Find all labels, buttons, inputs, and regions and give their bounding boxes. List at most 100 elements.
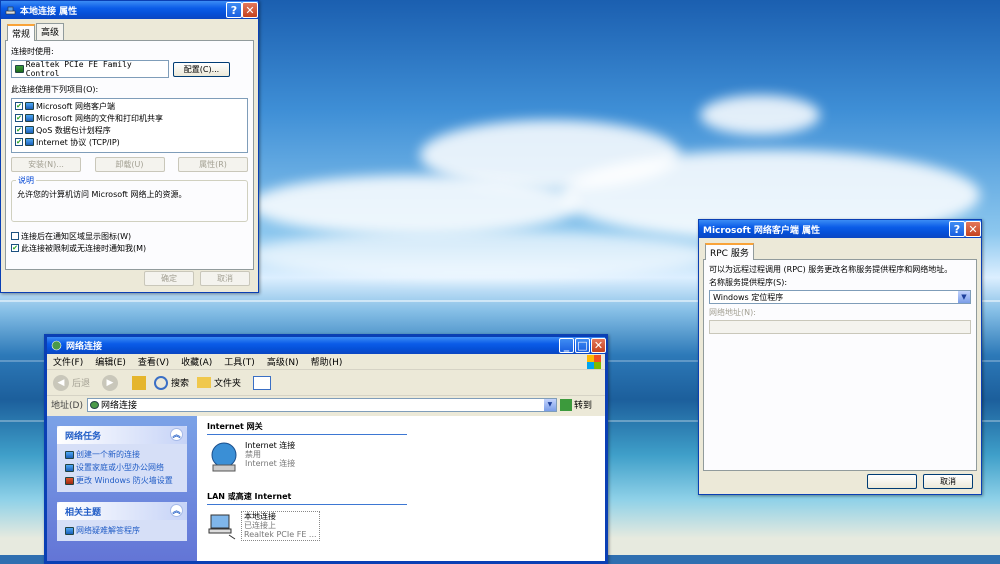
collapse-icon[interactable]: ︽ bbox=[170, 428, 183, 441]
menu-tools[interactable]: 工具(T) bbox=[224, 355, 255, 368]
folders-button[interactable]: 文件夹 bbox=[214, 376, 241, 389]
go-button[interactable]: 转到 bbox=[574, 398, 592, 411]
task-troubleshooter[interactable]: 网络疑难解答程序 bbox=[57, 524, 187, 537]
menu-file[interactable]: 文件(F) bbox=[53, 355, 83, 368]
window-title: 网络连接 bbox=[66, 342, 103, 352]
notify-option[interactable]: ✔ 此连接被限制或无连接时通知我(M) bbox=[11, 242, 248, 254]
network-icon bbox=[5, 6, 16, 14]
home-network-icon bbox=[65, 464, 74, 472]
connection-device: Internet 连接 bbox=[245, 459, 296, 468]
item-label: Microsoft 网络的文件和打印机共享 bbox=[36, 113, 163, 123]
configure-button[interactable]: 配置(C)... bbox=[173, 61, 230, 77]
back-icon[interactable]: ◀ bbox=[53, 374, 69, 391]
ok-button[interactable] bbox=[867, 474, 917, 489]
chevron-down-icon[interactable]: ▼ bbox=[543, 398, 556, 411]
toolbar: ◀ 后退 ▶ 搜索 文件夹 bbox=[47, 370, 605, 396]
cancel-button[interactable]: 取消 bbox=[923, 474, 973, 489]
local-connection-properties-dialog: 本地连接 属性 ? ✕ 常规 高级 连接时使用: Realtek PCIe FE… bbox=[0, 0, 259, 293]
search-button[interactable]: 搜索 bbox=[171, 376, 189, 389]
task-setup-home-network[interactable]: 设置家庭或小型办公网络 bbox=[57, 461, 187, 474]
title-bar[interactable]: 本地连接 属性 ? ✕ bbox=[1, 1, 258, 19]
list-item[interactable]: ✔ QoS 数据包计划程序 bbox=[15, 124, 244, 136]
checkbox[interactable]: ✔ bbox=[15, 102, 23, 110]
address-input[interactable] bbox=[709, 320, 971, 334]
menu-view[interactable]: 查看(V) bbox=[138, 355, 169, 368]
menu-favorites[interactable]: 收藏(A) bbox=[181, 355, 212, 368]
lan-connection-item[interactable]: 本地连接 已连接上 Realtek PCIe FE ... bbox=[207, 511, 605, 541]
windows-logo-icon bbox=[587, 354, 601, 369]
checkbox[interactable] bbox=[11, 232, 19, 240]
folders-icon[interactable] bbox=[197, 377, 212, 388]
checkbox[interactable]: ✔ bbox=[15, 138, 23, 146]
network-tasks-header[interactable]: 网络任务 ︽ bbox=[57, 426, 187, 444]
connect-using-label: 连接时使用: bbox=[11, 47, 54, 56]
description-title: 说明 bbox=[16, 175, 36, 186]
related-topics-header[interactable]: 相关主题 ︽ bbox=[57, 502, 187, 520]
maximize-button[interactable]: □ bbox=[575, 338, 590, 353]
help-icon bbox=[65, 527, 74, 535]
go-icon[interactable] bbox=[559, 398, 572, 411]
lan-connection-icon bbox=[208, 514, 236, 540]
menu-advanced[interactable]: 高级(N) bbox=[267, 355, 299, 368]
help-button[interactable]: ? bbox=[226, 2, 242, 18]
back-button[interactable]: 后退 bbox=[72, 376, 90, 389]
related-topics-title: 相关主题 bbox=[65, 507, 102, 518]
network-icon bbox=[89, 400, 99, 409]
list-item[interactable]: ✔ Microsoft 网络客户端 bbox=[15, 100, 244, 112]
up-folder-icon[interactable] bbox=[132, 375, 147, 390]
install-button[interactable]: 安装(N)... bbox=[11, 157, 81, 172]
provider-select[interactable]: Windows 定位程序 ▼ bbox=[709, 290, 971, 304]
forward-icon[interactable]: ▶ bbox=[102, 374, 119, 391]
minimize-button[interactable]: _ bbox=[559, 338, 574, 353]
title-bar[interactable]: 网络连接 _ □ ✕ bbox=[47, 337, 606, 354]
title-bar[interactable]: Microsoft 网络客户端 属性 ? ✕ bbox=[699, 220, 981, 238]
collapse-icon[interactable]: ︽ bbox=[170, 504, 183, 517]
address-input[interactable]: 网络连接 ▼ bbox=[86, 397, 557, 412]
firewall-icon bbox=[65, 477, 74, 485]
internet-gateway-icon bbox=[211, 442, 237, 472]
close-button[interactable]: ✕ bbox=[242, 2, 258, 18]
items-label: 此连接使用下列项目(O): bbox=[11, 85, 99, 94]
items-list[interactable]: ✔ Microsoft 网络客户端 ✔ Microsoft 网络的文件和打印机共享 … bbox=[11, 98, 248, 153]
connection-name: 本地连接 bbox=[244, 512, 276, 521]
description-group: 说明 允许您的计算机访问 Microsoft 网络上的资源。 bbox=[11, 175, 248, 222]
item-label: QoS 数据包计划程序 bbox=[36, 125, 111, 135]
tab-rpc-service[interactable]: RPC 服务 bbox=[705, 243, 754, 260]
new-connection-icon bbox=[65, 451, 74, 459]
address-label: 地址(D) bbox=[51, 401, 83, 411]
menu-help[interactable]: 帮助(H) bbox=[311, 355, 343, 368]
task-label: 更改 Windows 防火墙设置 bbox=[76, 476, 173, 485]
protocol-icon bbox=[25, 138, 34, 146]
search-icon[interactable] bbox=[154, 375, 169, 390]
checkbox[interactable]: ✔ bbox=[11, 244, 19, 252]
list-item[interactable]: ✔ Microsoft 网络的文件和打印机共享 bbox=[15, 112, 244, 124]
connection-status: 禁用 bbox=[245, 450, 261, 459]
close-button[interactable]: ✕ bbox=[965, 221, 981, 237]
connections-view: Internet 网关 Internet 连接 禁用 Internet 连接 L… bbox=[197, 416, 605, 561]
cloud bbox=[250, 230, 710, 280]
tab-advanced[interactable]: 高级 bbox=[36, 23, 65, 40]
uninstall-button[interactable]: 卸载(U) bbox=[94, 157, 165, 172]
gateway-connection-item[interactable]: Internet 连接 禁用 Internet 连接 bbox=[207, 441, 605, 475]
help-button[interactable]: ? bbox=[949, 221, 965, 237]
list-item[interactable]: ✔ Internet 协议 (TCP/IP) bbox=[15, 136, 244, 148]
adapter-icon bbox=[15, 65, 24, 73]
rpc-description: 可以为远程过程调用 (RPC) 服务更改名称服务提供程序和网络地址。 bbox=[709, 265, 953, 274]
tab-general[interactable]: 常规 bbox=[7, 24, 36, 41]
properties-button[interactable]: 属性(R) bbox=[178, 157, 248, 172]
task-label: 创建一个新的连接 bbox=[76, 450, 140, 459]
network-connections-window: 网络连接 _ □ ✕ 文件(F) 编辑(E) 查看(V) 收藏(A) 工具(T)… bbox=[44, 334, 608, 564]
task-label: 网络疑难解答程序 bbox=[76, 526, 140, 535]
checkbox[interactable]: ✔ bbox=[15, 114, 23, 122]
chevron-down-icon[interactable]: ▼ bbox=[958, 291, 970, 303]
task-create-connection[interactable]: 创建一个新的连接 bbox=[57, 448, 187, 461]
provider-value: Windows 定位程序 bbox=[713, 292, 784, 302]
checkbox[interactable]: ✔ bbox=[15, 126, 23, 134]
cancel-button[interactable]: 取消 bbox=[200, 271, 250, 286]
task-firewall-settings[interactable]: 更改 Windows 防火墙设置 bbox=[57, 474, 187, 487]
ok-button[interactable]: 确定 bbox=[144, 271, 194, 286]
views-icon[interactable] bbox=[253, 375, 272, 390]
show-icon-option[interactable]: 连接后在通知区域显示图标(W) bbox=[11, 230, 248, 242]
menu-edit[interactable]: 编辑(E) bbox=[95, 355, 126, 368]
close-button[interactable]: ✕ bbox=[591, 338, 606, 353]
